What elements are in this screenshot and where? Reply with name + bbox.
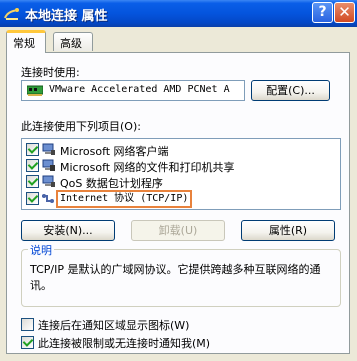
description-title: 说明: [28, 242, 54, 258]
item-checkbox[interactable]: [26, 143, 39, 156]
window-title: 本地连接 属性: [25, 9, 108, 24]
install-button[interactable]: 安装(N)...: [21, 220, 115, 241]
item-label: Microsoft 网络客户端: [60, 145, 169, 158]
general-panel: 连接时使用: VMware Accelerated AMD PCNet A 配置…: [6, 52, 350, 354]
close-button[interactable]: ✕: [334, 2, 355, 23]
components-label: 此连接使用下列项目(O):: [21, 120, 141, 133]
protocol-icon: [42, 194, 54, 203]
item-label: Internet 协议 (TCP/IP): [56, 190, 193, 208]
notify-checkbox[interactable]: [21, 336, 34, 349]
properties-dialog: 本地连接 属性 ? ✕ 常规 高级 连接时使用: VMware Accelera…: [0, 0, 357, 361]
adapter-field: VMware Accelerated AMD PCNet A: [21, 80, 245, 101]
adapter-name: VMware Accelerated AMD PCNet A: [49, 84, 230, 95]
show-icon-label[interactable]: 连接后在通知区域显示图标(W): [38, 317, 189, 333]
title-bar[interactable]: 本地连接 属性 ? ✕: [0, 0, 357, 27]
item-label: QoS 数据包计划程序: [60, 177, 163, 190]
tab-advanced[interactable]: 高级: [53, 32, 93, 51]
network-client-icon: [42, 143, 55, 155]
file-printer-sharing-icon: [42, 159, 55, 171]
components-list[interactable]: Microsoft 网络客户端 Microsoft 网络的文件和打印机共享 Qo…: [21, 138, 341, 210]
description-group: 说明 TCP/IP 是默认的广域网协议。它提供跨越多种互联网络的通讯。: [21, 242, 341, 307]
network-adapter-icon: [27, 85, 43, 96]
qos-scheduler-icon: [42, 175, 55, 187]
item-label: Microsoft 网络的文件和打印机共享: [60, 161, 235, 174]
list-item[interactable]: QoS 数据包计划程序: [24, 174, 324, 190]
notify-label[interactable]: 此连接被限制或无连接时通知我(M): [38, 335, 210, 351]
properties-button[interactable]: 属性(R): [241, 220, 335, 241]
list-item[interactable]: Microsoft 网络客户端: [24, 142, 324, 158]
list-item-selected[interactable]: Internet 协议 (TCP/IP): [24, 190, 324, 208]
show-icon-checkbox[interactable]: [21, 318, 34, 331]
list-item[interactable]: Microsoft 网络的文件和打印机共享: [24, 158, 324, 174]
uninstall-button[interactable]: 卸载(U): [131, 220, 225, 241]
item-checkbox[interactable]: [26, 192, 39, 205]
tab-general[interactable]: 常规: [6, 30, 46, 53]
description-text: TCP/IP 是默认的广域网协议。它提供跨越多种互联网络的通讯。: [30, 263, 321, 292]
connect-using-label: 连接时使用:: [21, 66, 80, 79]
configure-button[interactable]: 配置(C)...: [251, 80, 330, 101]
item-checkbox[interactable]: [26, 159, 39, 172]
item-checkbox[interactable]: [26, 175, 39, 188]
network-connection-icon: [4, 8, 19, 20]
help-button[interactable]: ?: [312, 2, 333, 23]
